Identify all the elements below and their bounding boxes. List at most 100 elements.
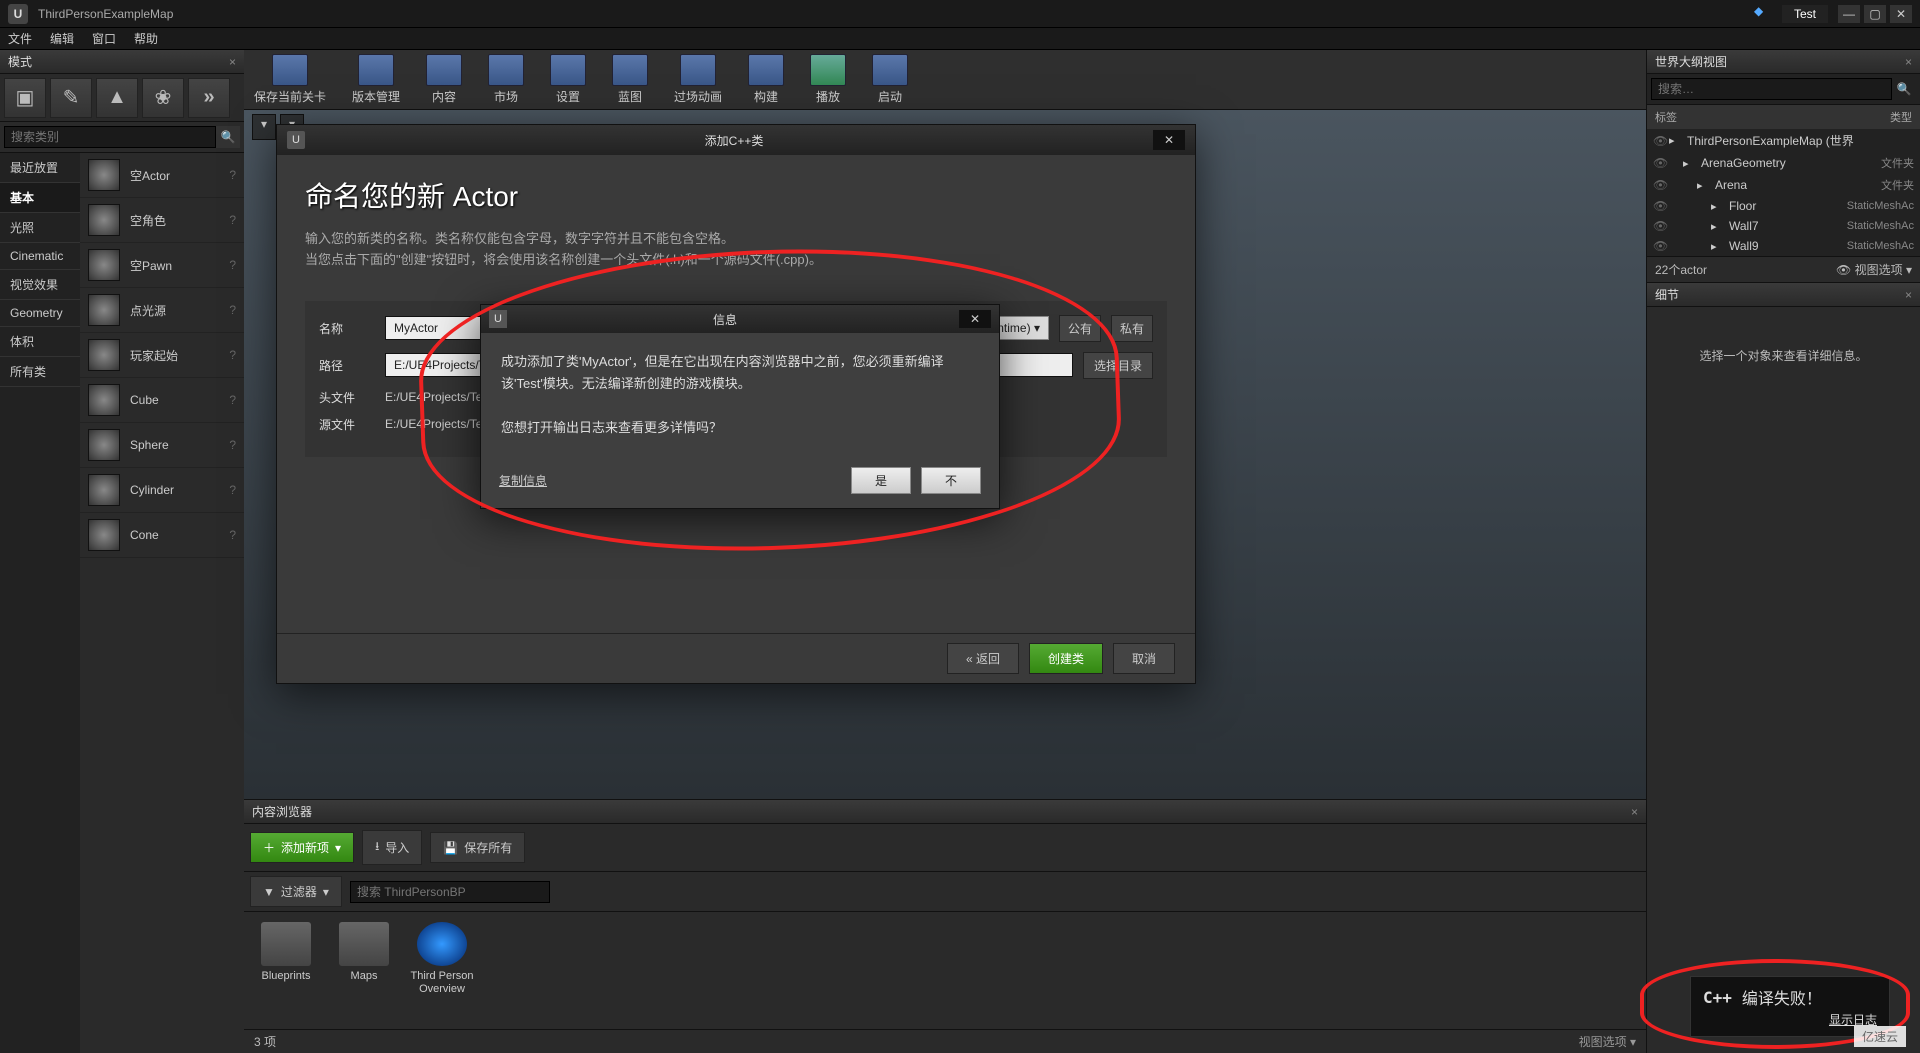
back-button[interactable]: « 返回 bbox=[947, 643, 1019, 674]
yes-button[interactable]: 是 bbox=[851, 467, 911, 494]
menu-edit[interactable]: 编辑 bbox=[50, 30, 74, 47]
market-button[interactable]: 市场 bbox=[488, 54, 524, 105]
outliner-search-input[interactable] bbox=[1651, 78, 1892, 100]
cb-viewopt[interactable]: 视图选项 ▾ bbox=[1579, 1033, 1636, 1050]
help-icon[interactable]: ? bbox=[229, 393, 236, 407]
close-icon[interactable]: × bbox=[1631, 805, 1638, 819]
save-all-button[interactable]: 💾保存所有 bbox=[430, 832, 525, 863]
placer-item[interactable]: 玩家起始? bbox=[80, 333, 244, 378]
cinematic-button[interactable]: 过场动画 bbox=[674, 54, 722, 105]
placer-item[interactable]: Cube? bbox=[80, 378, 244, 423]
main-toolbar: 保存当前关卡 版本管理 内容 市场 设置 蓝图 过场动画 构建 播放 启动 bbox=[244, 50, 1646, 110]
placer-item-label: Sphere bbox=[130, 438, 229, 452]
search-icon[interactable]: 🔍 bbox=[1892, 78, 1916, 100]
no-button[interactable]: 不 bbox=[921, 467, 981, 494]
blueprint-button[interactable]: 蓝图 bbox=[612, 54, 648, 105]
choose-dir-button[interactable]: 选择目录 bbox=[1083, 352, 1153, 379]
settings-button[interactable]: 设置 bbox=[550, 54, 586, 105]
eye-icon[interactable]: 👁 bbox=[1653, 156, 1669, 170]
help-icon[interactable]: ? bbox=[229, 213, 236, 227]
eye-icon[interactable]: 👁 bbox=[1653, 178, 1669, 192]
help-icon[interactable]: ? bbox=[229, 348, 236, 362]
close-icon[interactable]: ✕ bbox=[1890, 5, 1912, 23]
build-button[interactable]: 构建 bbox=[748, 54, 784, 105]
placer-item[interactable]: Sphere? bbox=[80, 423, 244, 468]
landscape-mode-button[interactable]: ▲ bbox=[96, 78, 138, 118]
eye-icon[interactable]: 👁 bbox=[1653, 134, 1669, 148]
menu-help[interactable]: 帮助 bbox=[134, 30, 158, 47]
cancel-button[interactable]: 取消 bbox=[1113, 643, 1175, 674]
outliner-row[interactable]: 👁▸FloorStaticMeshAc bbox=[1647, 196, 1920, 216]
col-type[interactable]: 类型 bbox=[1890, 109, 1912, 125]
import-button[interactable]: ⭳导入 bbox=[362, 830, 422, 865]
close-icon[interactable]: × bbox=[229, 55, 236, 69]
cat-vfx[interactable]: 视觉效果 bbox=[0, 270, 80, 300]
eye-icon[interactable]: 👁 bbox=[1653, 239, 1669, 253]
help-icon[interactable]: ? bbox=[229, 483, 236, 497]
outliner-row[interactable]: 👁▸ThirdPersonExampleMap (世界 bbox=[1647, 129, 1920, 152]
eye-icon[interactable]: 👁 bbox=[1653, 219, 1669, 233]
help-icon[interactable]: ? bbox=[229, 168, 236, 182]
foliage-mode-button[interactable]: ❀ bbox=[142, 78, 184, 118]
placer-item[interactable]: 点光源? bbox=[80, 288, 244, 333]
maximize-icon[interactable]: ▢ bbox=[1864, 5, 1886, 23]
outliner-row[interactable]: 👁▸Arena文件夹 bbox=[1647, 174, 1920, 196]
outliner-viewopt[interactable]: 👁 视图选项 ▾ bbox=[1836, 261, 1912, 278]
add-new-button[interactable]: ＋添加新项▾ bbox=[250, 832, 354, 863]
cat-basic[interactable]: 基本 bbox=[0, 183, 80, 213]
close-icon[interactable]: ✕ bbox=[1153, 130, 1185, 150]
close-icon[interactable]: ✕ bbox=[959, 310, 991, 328]
content-button[interactable]: 内容 bbox=[426, 54, 462, 105]
titlebar: U ThirdPersonExampleMap ◆ Test — ▢ ✕ bbox=[0, 0, 1920, 28]
show-log-link[interactable]: 显示日志 bbox=[1703, 1011, 1877, 1028]
launch-button[interactable]: 启动 bbox=[872, 54, 908, 105]
cat-cinematic[interactable]: Cinematic bbox=[0, 243, 80, 270]
outliner-row[interactable]: 👁▸Wall9StaticMeshAc bbox=[1647, 236, 1920, 256]
placer-item-label: 玩家起始 bbox=[130, 347, 229, 364]
asset-item[interactable]: Blueprints bbox=[254, 922, 318, 1019]
asset-item[interactable]: Maps bbox=[332, 922, 396, 1019]
place-mode-button[interactable]: ▣ bbox=[4, 78, 46, 118]
cat-recent[interactable]: 最近放置 bbox=[0, 153, 80, 183]
play-button[interactable]: 播放 bbox=[810, 54, 846, 105]
search-icon[interactable]: 🔍 bbox=[216, 126, 240, 148]
create-class-button[interactable]: 创建类 bbox=[1029, 643, 1103, 674]
filters-button[interactable]: ▼过滤器▾ bbox=[250, 876, 342, 907]
content-search-input[interactable] bbox=[350, 881, 550, 903]
cat-all[interactable]: 所有类 bbox=[0, 357, 80, 387]
placer-search-input[interactable] bbox=[4, 126, 216, 148]
close-icon[interactable]: × bbox=[1905, 288, 1912, 302]
outliner-row[interactable]: 👁▸Wall7StaticMeshAc bbox=[1647, 216, 1920, 236]
private-button[interactable]: 私有 bbox=[1111, 315, 1153, 342]
outliner-row[interactable]: 👁▸ArenaGeometry文件夹 bbox=[1647, 152, 1920, 174]
placer-item[interactable]: 空Pawn? bbox=[80, 243, 244, 288]
minimize-icon[interactable]: — bbox=[1838, 5, 1860, 23]
placer-item[interactable]: Cone? bbox=[80, 513, 244, 558]
viewport-view-button[interactable]: ▾ bbox=[252, 114, 276, 140]
public-button[interactable]: 公有 bbox=[1059, 315, 1101, 342]
placer-item[interactable]: 空Actor? bbox=[80, 153, 244, 198]
help-icon[interactable]: ? bbox=[229, 528, 236, 542]
placer-item[interactable]: 空角色? bbox=[80, 198, 244, 243]
help-icon[interactable]: ? bbox=[229, 303, 236, 317]
menu-file[interactable]: 文件 bbox=[8, 30, 32, 47]
help-icon[interactable]: ? bbox=[229, 438, 236, 452]
asset-item[interactable]: Third Person Overview bbox=[410, 922, 474, 1019]
paint-mode-button[interactable]: ✎ bbox=[50, 78, 92, 118]
close-icon[interactable]: × bbox=[1905, 55, 1912, 69]
cat-volumes[interactable]: 体积 bbox=[0, 327, 80, 357]
eye-icon[interactable]: 👁 bbox=[1653, 199, 1669, 213]
help-icon[interactable]: ? bbox=[229, 258, 236, 272]
menu-window[interactable]: 窗口 bbox=[92, 30, 116, 47]
more-modes-button[interactable]: » bbox=[188, 78, 230, 118]
save-button[interactable]: 保存当前关卡 bbox=[254, 54, 326, 105]
version-button[interactable]: 版本管理 bbox=[352, 54, 400, 105]
placer-item[interactable]: Cylinder? bbox=[80, 468, 244, 513]
cat-geometry[interactable]: Geometry bbox=[0, 300, 80, 327]
col-label[interactable]: 标签 bbox=[1655, 109, 1890, 125]
class-name-input[interactable] bbox=[385, 316, 495, 340]
cat-lighting[interactable]: 光照 bbox=[0, 213, 80, 243]
copy-info-link[interactable]: 复制信息 bbox=[499, 472, 547, 489]
msgbox-body: 成功添加了类'MyActor'，但是在它出现在内容浏览器中之前，您必须重新编译该… bbox=[481, 333, 999, 457]
marketplace-icon[interactable]: ◆ bbox=[1754, 4, 1774, 24]
